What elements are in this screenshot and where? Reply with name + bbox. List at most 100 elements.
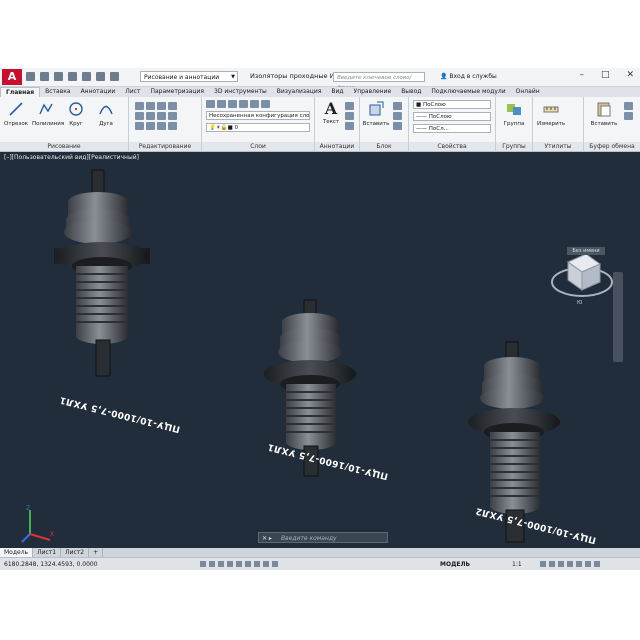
dimension-icon[interactable] xyxy=(345,102,354,110)
panel-annotation-title[interactable]: Аннотации xyxy=(315,142,359,151)
tab-sheet1[interactable]: Лист1 xyxy=(33,548,62,557)
viewcube-icon[interactable]: С Ю xyxy=(551,248,613,306)
create-block-icon[interactable] xyxy=(393,102,402,110)
tab-addins[interactable]: Подключаемые модули xyxy=(426,87,510,97)
linetype-combo[interactable]: —— ПоСлою xyxy=(413,112,491,121)
search-input[interactable]: Введите ключевое слово/фразу xyxy=(333,72,425,91)
tab-3d-tools[interactable]: 3D инструменты xyxy=(209,87,272,97)
close-icon[interactable]: ✕ xyxy=(626,70,634,80)
mirror-icon[interactable] xyxy=(146,112,155,120)
minimize-icon[interactable]: – xyxy=(579,70,584,80)
lineweight-combo[interactable]: —— ПоСл... xyxy=(413,124,491,133)
attribute-icon[interactable] xyxy=(393,122,402,130)
ortho-icon[interactable] xyxy=(218,561,224,567)
sign-in-button[interactable]: 👤 Вход в службы xyxy=(440,73,497,80)
grid-icon[interactable] xyxy=(209,561,215,567)
quick-properties-icon[interactable] xyxy=(272,561,278,567)
isolate-objects-icon[interactable] xyxy=(567,561,573,567)
polar-icon[interactable] xyxy=(227,561,233,567)
arc-button[interactable]: Дуга xyxy=(92,101,120,127)
new-file-icon[interactable] xyxy=(26,72,35,81)
insulator-1[interactable] xyxy=(54,169,150,377)
polyline-button[interactable]: Полилиния xyxy=(32,101,64,127)
stretch-icon[interactable] xyxy=(135,122,144,130)
edit-block-icon[interactable] xyxy=(393,112,402,120)
redo-icon[interactable] xyxy=(110,72,119,81)
array-icon[interactable] xyxy=(157,122,166,130)
lineweight-toggle-icon[interactable] xyxy=(254,561,260,567)
snap-icon[interactable] xyxy=(200,561,206,567)
workspace-switch-icon[interactable] xyxy=(549,561,555,567)
measure-button[interactable]: Измерить xyxy=(537,101,565,127)
tab-annotate[interactable]: Аннотации xyxy=(76,87,121,97)
erase-icon[interactable] xyxy=(168,102,177,110)
layer-off-icon[interactable] xyxy=(217,100,226,108)
panel-utilities-title[interactable]: Утилиты xyxy=(533,142,583,151)
offset-icon[interactable] xyxy=(168,122,177,130)
panel-groups-title[interactable]: Группы xyxy=(496,142,532,151)
open-file-icon[interactable] xyxy=(40,72,49,81)
copy-clip-icon[interactable] xyxy=(624,112,633,120)
otrack-icon[interactable] xyxy=(245,561,251,567)
trim-icon[interactable] xyxy=(157,102,166,110)
close-icon[interactable]: ✕ ▸ xyxy=(262,533,272,544)
tab-view[interactable]: Вид xyxy=(326,87,348,97)
tab-parametric[interactable]: Параметризация xyxy=(145,87,209,97)
panel-clipboard-title[interactable]: Буфер обмена xyxy=(584,142,640,151)
paste-button[interactable]: Вставить xyxy=(590,101,618,127)
drawing-viewport[interactable]: [–][Пользовательский вид][Реалистичный] xyxy=(0,152,640,548)
tab-layout[interactable]: Лист xyxy=(120,87,145,97)
undo-icon[interactable] xyxy=(96,72,105,81)
move-icon[interactable] xyxy=(135,102,144,110)
table-icon[interactable] xyxy=(345,122,354,130)
tab-online[interactable]: Онлайн xyxy=(511,87,545,97)
layer-properties-icon[interactable] xyxy=(206,100,215,108)
tab-insert[interactable]: Вставка xyxy=(40,87,75,97)
layer-current-icon[interactable] xyxy=(261,100,270,108)
add-layout-icon[interactable]: + xyxy=(89,548,104,557)
panel-modify-title[interactable]: Редактирование xyxy=(129,142,201,151)
explode-icon[interactable] xyxy=(168,112,177,120)
cut-icon[interactable] xyxy=(624,102,633,110)
layer-lock-icon[interactable] xyxy=(239,100,248,108)
lock-ui-icon[interactable] xyxy=(558,561,564,567)
group-button[interactable]: Группа xyxy=(500,101,528,127)
panel-layers-title[interactable]: Слои xyxy=(202,142,314,151)
layer-combo[interactable]: 💡☀🔓■ 0 xyxy=(206,123,310,132)
layer-state-combo[interactable]: Несохраненная конфигурация сло xyxy=(206,111,310,120)
save-icon[interactable] xyxy=(54,72,63,81)
copy-icon[interactable] xyxy=(135,112,144,120)
application-menu-button[interactable]: A xyxy=(2,69,22,85)
save-as-icon[interactable] xyxy=(68,72,77,81)
model-space-toggle[interactable]: МОДЕЛЬ xyxy=(440,561,470,568)
workspace-selector[interactable]: Рисование и аннотации ▼ xyxy=(140,71,238,82)
maximize-icon[interactable]: □ xyxy=(601,70,610,80)
command-line-input[interactable]: ✕ ▸ Введите команду xyxy=(258,532,388,543)
rotate-icon[interactable] xyxy=(146,102,155,110)
layer-match-icon[interactable] xyxy=(250,100,259,108)
tab-manage[interactable]: Управление xyxy=(349,87,397,97)
tab-sheet2[interactable]: Лист2 xyxy=(61,548,90,557)
panel-properties-title[interactable]: Свойства xyxy=(409,142,495,151)
osnap-icon[interactable] xyxy=(236,561,242,567)
customize-icon[interactable] xyxy=(594,561,600,567)
panel-block-title[interactable]: Блок xyxy=(360,142,408,151)
hardware-acceleration-icon[interactable] xyxy=(576,561,582,567)
scale-icon[interactable] xyxy=(146,122,155,130)
navigation-bar[interactable] xyxy=(613,272,623,362)
leader-icon[interactable] xyxy=(345,112,354,120)
panel-draw-title[interactable]: Рисование xyxy=(0,142,128,151)
text-button[interactable]: A Текст xyxy=(317,101,345,126)
tab-model[interactable]: Модель xyxy=(0,548,34,557)
tab-render[interactable]: Визуализация xyxy=(272,87,327,97)
annotation-visibility-icon[interactable] xyxy=(540,561,546,567)
ucs-menu[interactable]: Без имени xyxy=(567,247,605,255)
layer-freeze-icon[interactable] xyxy=(228,100,237,108)
transparency-icon[interactable] xyxy=(263,561,269,567)
insert-block-button[interactable]: Вставить xyxy=(362,101,390,127)
tab-home[interactable]: Главная xyxy=(0,87,41,97)
line-button[interactable]: Отрезок xyxy=(2,101,30,127)
fillet-icon[interactable] xyxy=(157,112,166,120)
circle-button[interactable]: Круг xyxy=(62,101,90,127)
tab-output[interactable]: Вывод xyxy=(396,87,426,97)
